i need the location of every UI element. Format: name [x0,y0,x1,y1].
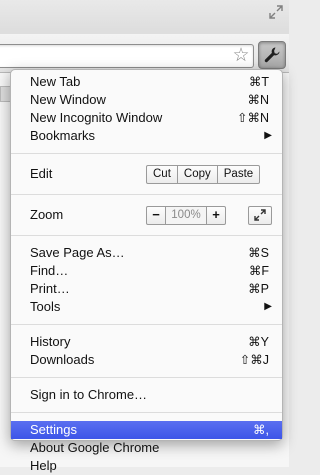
menu-row-edit: Edit Cut Copy Paste [11,162,282,186]
fullscreen-button[interactable] [248,206,272,225]
menu-item-new-window[interactable]: New Window ⌘N [11,91,282,109]
menu-item-label: Downloads [30,352,95,367]
menu-item-about-google-chrome[interactable]: About Google Chrome [11,439,282,457]
menu-item-label: Save Page As… [30,245,125,260]
menu-item-history[interactable]: History ⌘Y [11,333,282,351]
menu-item-shortcut: ⌘, [253,423,269,437]
menu-item-new-tab[interactable]: New Tab ⌘T [11,73,282,91]
menu-item-shortcut: ⇧⌘N [236,111,269,125]
menu-item-save-page-as[interactable]: Save Page As… ⌘S [11,244,282,262]
menu-item-downloads[interactable]: Downloads ⇧⌘J [11,351,282,369]
zoom-control: − 100% + [146,206,226,225]
menu-item-label: Sign in to Chrome… [30,387,148,402]
address-bar[interactable]: ☆ [0,44,254,68]
chrome-menu: New Tab ⌘T New Window ⌘N New Incognito W… [10,69,283,473]
zoom-level-value: 100% [165,207,207,224]
menu-separator [11,194,282,195]
menu-item-label: Tools [30,299,61,314]
menu-item-label: New Window [30,92,106,107]
menu-separator [11,153,282,154]
fullscreen-arrows-icon[interactable] [268,4,284,20]
menu-item-shortcut: ⌘N [247,93,269,107]
menu-item-sign-in[interactable]: Sign in to Chrome… [11,386,282,404]
menu-separator [11,412,282,413]
menu-item-settings[interactable]: Settings ⌘, [11,421,282,439]
menu-item-new-incognito-window[interactable]: New Incognito Window ⇧⌘N [11,109,282,127]
menu-item-tools[interactable]: Tools ▶ [11,298,282,316]
menu-item-label: Find… [30,263,69,278]
wrench-icon [264,47,280,63]
paste-button[interactable]: Paste [216,166,259,183]
menu-item-shortcut: ⌘P [248,282,269,296]
menu-item-label: Settings [30,422,77,437]
zoom-in-button[interactable]: + [207,207,225,224]
menu-item-shortcut: ⌘F [248,264,269,278]
menu-item-shortcut: ⌘T [248,75,269,89]
menu-separator [11,377,282,378]
fullscreen-icon [254,209,266,221]
edit-label: Edit [30,166,53,181]
menu-item-print[interactable]: Print… ⌘P [11,280,282,298]
copy-button[interactable]: Copy [176,166,217,183]
cut-button[interactable]: Cut [147,166,177,183]
menu-item-shortcut: ⌘Y [248,335,269,349]
star-icon[interactable]: ☆ [231,46,251,66]
wrench-menu-button[interactable] [258,41,286,69]
menu-separator [11,235,282,236]
zoom-label: Zoom [30,207,64,222]
menu-row-zoom: Zoom − 100% + [11,203,282,227]
zoom-out-button[interactable]: − [147,207,165,224]
menu-item-label: Bookmarks [30,128,96,143]
submenu-arrow-icon: ▶ [264,130,272,141]
menu-item-label: New Incognito Window [30,110,163,125]
menu-item-label: Help [30,458,57,473]
menu-item-shortcut: ⌘S [248,246,269,260]
menu-item-label: History [30,334,71,349]
menu-item-label: About Google Chrome [30,440,160,455]
menu-item-help[interactable]: Help [11,457,282,475]
menu-item-bookmarks[interactable]: Bookmarks ▶ [11,127,282,145]
menu-item-label: New Tab [30,74,81,89]
menu-item-shortcut: ⇧⌘J [239,353,269,367]
menu-item-label: Print… [30,281,70,296]
menu-separator [11,324,282,325]
edit-button-group: Cut Copy Paste [146,165,261,184]
menu-item-find[interactable]: Find… ⌘F [11,262,282,280]
submenu-arrow-icon: ▶ [264,301,272,312]
